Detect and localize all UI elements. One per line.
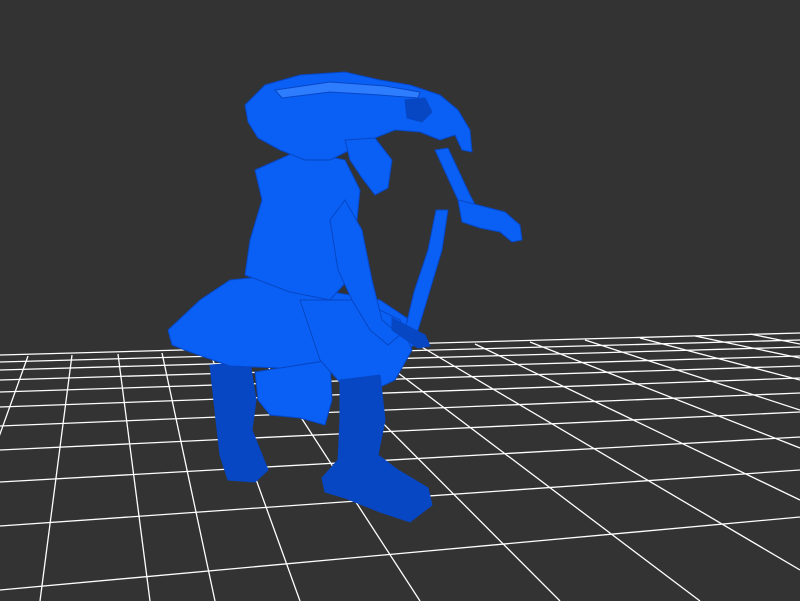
3d-viewport[interactable] bbox=[0, 0, 800, 601]
scene-canvas[interactable] bbox=[0, 0, 800, 601]
